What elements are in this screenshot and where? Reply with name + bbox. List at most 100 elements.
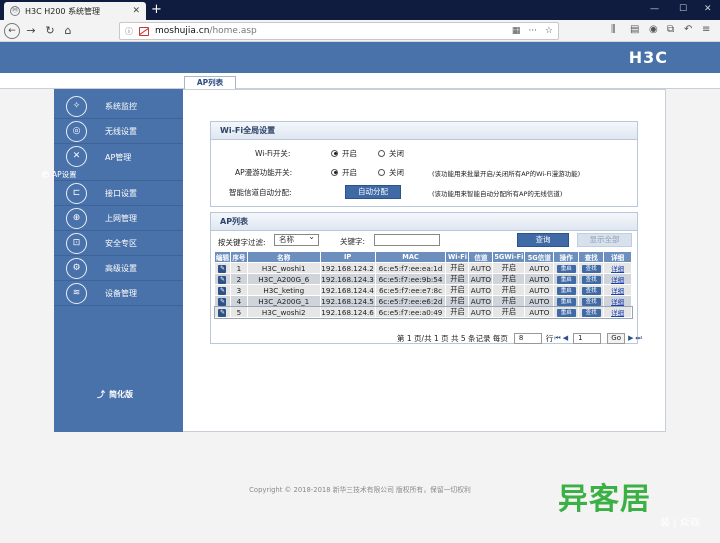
next-page-icon[interactable]: ▶: [628, 334, 633, 342]
ap-name: H3C_keting: [246, 284, 321, 296]
ap-icon: ✕: [66, 146, 87, 167]
restart-button[interactable]: 重启: [556, 276, 576, 284]
undo-icon[interactable]: ↶: [684, 24, 692, 35]
detail-link[interactable]: 详细: [611, 309, 624, 317]
restart-button[interactable]: 重启: [556, 309, 576, 317]
wifi5g-status: 开启: [492, 284, 526, 296]
find-button[interactable]: 查找: [581, 298, 601, 306]
sidebar-item-label: 安全专区: [105, 238, 137, 248]
edit-icon[interactable]: ✎: [218, 309, 227, 317]
sidebar-item-label: AP管理: [105, 153, 132, 162]
table-row: ✎ 4 H3C_A200G_1 192.168.124.5 6c:e5:f7:e…: [214, 295, 632, 307]
extension-icon[interactable]: ⧉: [667, 24, 674, 35]
sidebar-subitem-ap-settings[interactable]: ▶ AP设置: [42, 169, 77, 180]
more-icon[interactable]: ···: [528, 26, 537, 36]
detail-link[interactable]: 详细: [611, 298, 624, 306]
pager-summary: 第 1 页/共 1 页 共 5 条记录 每页: [397, 333, 508, 343]
channel5g: AUTO: [524, 295, 555, 307]
detail-link[interactable]: 详细: [611, 276, 624, 284]
close-tab-icon[interactable]: ✕: [132, 6, 140, 16]
row-number: 5: [229, 306, 248, 318]
address-bar[interactable]: ⓘ moshujia.cn /home.asp ▦ ··· ☆: [119, 22, 559, 40]
back-icon[interactable]: ←: [4, 23, 20, 39]
wifi-switch-label: Wi-Fi开关:: [255, 148, 291, 158]
radio-label: 开启: [342, 167, 357, 177]
roaming-on-radio[interactable]: 开启: [331, 166, 357, 178]
library-icon[interactable]: ⫼: [611, 24, 616, 35]
restart-button[interactable]: 重启: [556, 287, 576, 295]
minimize-icon[interactable]: —: [650, 2, 659, 16]
radio-checked-icon[interactable]: [331, 149, 338, 157]
table-row: ✎ 3 H3C_keting 192.168.124.4 6c:e5:f7:ee…: [214, 284, 632, 296]
find-button[interactable]: 查找: [581, 287, 601, 295]
edit-icon[interactable]: ✎: [218, 287, 227, 295]
insecure-lock-icon[interactable]: [139, 26, 149, 36]
browser-tab[interactable]: Ⓜ H3C H200 系统管理 ✕: [4, 2, 146, 20]
lock-icon: ⊡: [66, 232, 87, 254]
go-button[interactable]: Go: [607, 332, 626, 344]
find-button[interactable]: 查找: [581, 309, 601, 317]
simplified-version-label: 简化版: [109, 390, 133, 399]
sidebar-item-security[interactable]: ⊡ 安全专区: [54, 231, 183, 256]
page-input[interactable]: 1: [573, 332, 602, 344]
restart-button[interactable]: 重启: [556, 265, 576, 273]
channel-hint: (该功能用来智能自动分配所有AP的无线信道): [432, 190, 563, 198]
last-page-icon[interactable]: ⏭: [636, 334, 642, 343]
restart-button[interactable]: 重启: [556, 298, 576, 306]
maximize-icon[interactable]: ☐: [679, 2, 687, 16]
roaming-off-radio[interactable]: 关闭: [378, 166, 404, 178]
per-page-unit: 行: [545, 333, 554, 343]
sidebar-item-advanced[interactable]: ⚙ 高级设置: [54, 256, 183, 281]
detail-link[interactable]: 详细: [611, 287, 624, 295]
find-button[interactable]: 查找: [581, 276, 601, 284]
tab-title: H3C H200 系统管理: [25, 6, 101, 16]
bookmark-star-icon[interactable]: ☆: [545, 26, 553, 36]
tab-ap-list[interactable]: AP列表: [184, 76, 236, 89]
find-button[interactable]: 查找: [581, 265, 601, 273]
channel5g: AUTO: [524, 284, 555, 296]
forward-icon[interactable]: →: [23, 23, 39, 39]
simplified-version-link[interactable]: ⤴ 简化版: [97, 389, 133, 400]
wifi-off-radio[interactable]: 关闭: [378, 147, 404, 159]
radio-checked-icon[interactable]: [331, 168, 338, 176]
qr-code-icon[interactable]: ▦: [512, 26, 521, 36]
wifi-on-radio[interactable]: 开启: [331, 147, 357, 159]
edit-icon[interactable]: ✎: [218, 265, 227, 273]
query-button[interactable]: 查询: [517, 233, 569, 247]
radio-unchecked-icon[interactable]: [378, 168, 385, 176]
filter-label-row: 按关键字过滤:: [218, 236, 266, 248]
info-icon[interactable]: ⓘ: [125, 26, 133, 37]
ap-mac: 6c:e5:f7:ee:e6:2d: [374, 295, 447, 307]
show-all-button[interactable]: 显示全部: [577, 233, 632, 247]
auto-assign-button[interactable]: 自动分配: [345, 185, 401, 199]
prev-page-icon[interactable]: ◀: [563, 334, 568, 342]
home-icon[interactable]: ⌂: [60, 23, 76, 39]
close-window-icon[interactable]: ✕: [704, 2, 712, 16]
per-page-input[interactable]: 8: [513, 332, 542, 344]
globe-icon: ⊕: [66, 207, 87, 229]
reload-icon[interactable]: ↻: [42, 23, 58, 39]
first-page-icon[interactable]: ⏮: [554, 334, 560, 343]
table-row: ✎ 5 H3C_woshi2 192.168.124.6 6c:e5:f7:ee…: [213, 305, 633, 319]
account-icon[interactable]: ◉: [649, 24, 658, 35]
detail-link[interactable]: 详细: [611, 265, 624, 273]
channel: AUTO: [468, 284, 494, 296]
keyword-input[interactable]: [374, 234, 440, 246]
new-tab-icon[interactable]: +: [151, 1, 162, 18]
keyword-label: 关键字:: [340, 237, 366, 246]
edit-icon[interactable]: ✎: [218, 298, 227, 306]
sidebar-item-monitor[interactable]: ✧ 系统监控: [54, 94, 183, 119]
sidebar-item-interface[interactable]: ⊏ 接口设置: [54, 181, 183, 206]
radio-unchecked-icon[interactable]: [378, 149, 385, 157]
sidebar-item-label: 接口设置: [105, 188, 137, 198]
sidebar-item-device[interactable]: ≋ 设备管理: [54, 281, 183, 306]
edit-icon[interactable]: ✎: [218, 276, 227, 284]
sidebar-item-label: 系统监控: [105, 101, 137, 111]
sidebar-toggle-icon[interactable]: ▤: [630, 24, 639, 35]
filter-select[interactable]: 名称: [274, 232, 319, 246]
channel: AUTO: [468, 262, 494, 274]
sidebar-item-wireless[interactable]: ◎ 无线设置: [54, 119, 183, 144]
row-number: 2: [229, 273, 248, 285]
menu-icon[interactable]: ≡: [702, 24, 710, 35]
sidebar-item-internet[interactable]: ⊕ 上网管理: [54, 206, 183, 231]
